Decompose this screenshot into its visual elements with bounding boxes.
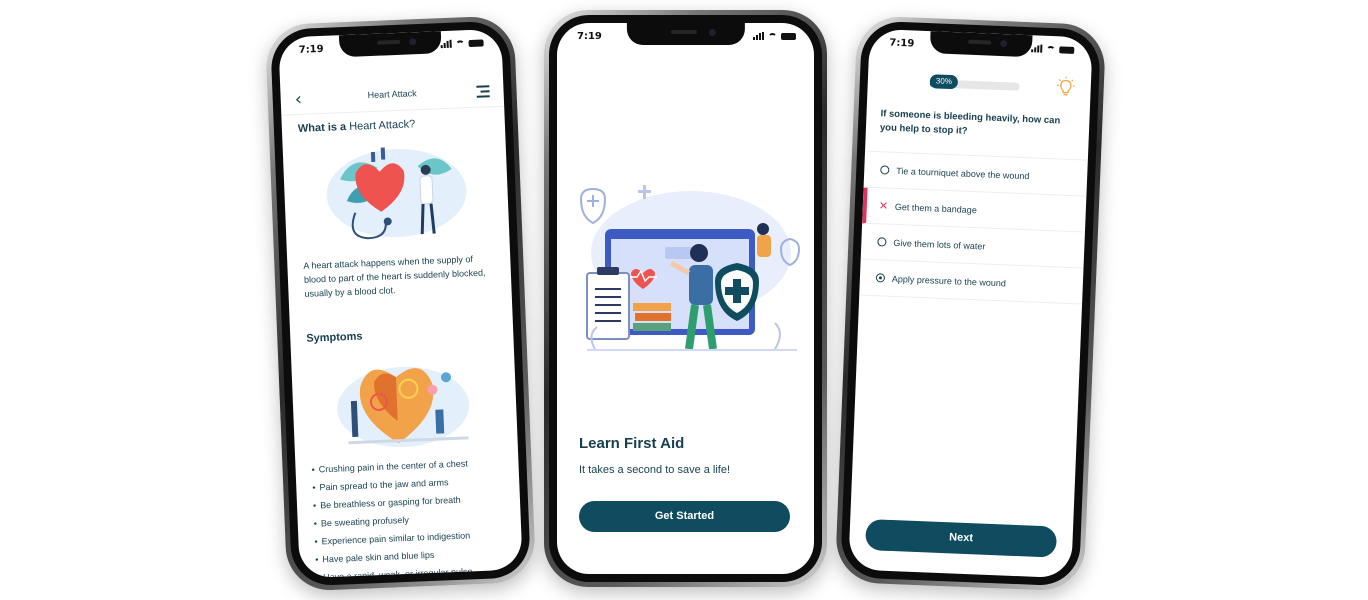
menu-icon[interactable] bbox=[476, 85, 490, 101]
quiz-question: If someone is bleeding heavily, how can … bbox=[879, 108, 1061, 137]
phone-quiz: 7:19 30% If someone is bleeding heavily,… bbox=[834, 15, 1107, 592]
top-nav: ‹ Heart Attack bbox=[279, 72, 505, 116]
signal-icon bbox=[1031, 44, 1043, 53]
section-title-what-is: What is a Heart Attack? bbox=[297, 118, 416, 135]
next-button[interactable]: Next bbox=[865, 518, 1058, 558]
status-time: 7:19 bbox=[298, 43, 324, 56]
notch bbox=[338, 31, 442, 58]
radio-icon bbox=[877, 237, 887, 247]
welcome-screen: 7:19 Learn First Aid It takes a second t… bbox=[557, 23, 814, 574]
battery-icon bbox=[468, 38, 484, 47]
heart-illustration bbox=[326, 147, 467, 240]
battery-icon bbox=[781, 32, 796, 40]
quiz-screen: 7:19 30% If someone is bleeding heavily,… bbox=[848, 28, 1093, 579]
welcome-subtitle: It takes a second to save a life! bbox=[579, 464, 731, 476]
answer-label: Give them lots of water bbox=[893, 237, 986, 252]
heart-attack-description: A heart attack happens when the supply o… bbox=[303, 254, 486, 299]
symptoms-illustration bbox=[337, 366, 470, 448]
status-time: 7:19 bbox=[577, 31, 602, 42]
notch bbox=[929, 31, 1033, 58]
heart-attack-screen: 7:19 ‹ Heart Attack What is a Heart Atta… bbox=[278, 28, 523, 579]
wifi-icon bbox=[455, 39, 465, 48]
wifi-icon bbox=[1046, 45, 1056, 53]
phone-heart-attack: 7:19 ‹ Heart Attack What is a Heart Atta… bbox=[264, 15, 537, 592]
status-time: 7:19 bbox=[889, 37, 915, 50]
answer-label: Apply pressure to the wound bbox=[891, 273, 1007, 288]
get-started-button[interactable]: Get Started bbox=[579, 501, 790, 532]
answer-option-selected[interactable]: Apply pressure to the wound bbox=[859, 259, 1084, 305]
symptoms-list: Crushing pain in the center of a chest P… bbox=[311, 453, 513, 578]
first-aid-illustration bbox=[579, 185, 801, 351]
radio-icon bbox=[880, 165, 890, 175]
page-title: Heart Attack bbox=[367, 88, 417, 101]
section-title-symptoms: Symptoms bbox=[306, 330, 363, 345]
close-x-icon: ✕ bbox=[878, 200, 889, 213]
progress-label: 30% bbox=[929, 74, 959, 90]
showcase-stage: 7:19 ‹ Heart Attack What is a Heart Atta… bbox=[0, 0, 1368, 600]
answer-options: Tie a tourniquet above the wound ✕ Get t… bbox=[859, 150, 1088, 305]
radio-selected-icon bbox=[875, 273, 886, 283]
phone-welcome: 7:19 Learn First Aid It takes a second t… bbox=[544, 10, 827, 587]
signal-icon bbox=[753, 32, 764, 40]
signal-icon bbox=[440, 39, 452, 49]
wifi-icon bbox=[768, 32, 777, 40]
welcome-title: Learn First Aid bbox=[579, 435, 685, 452]
battery-icon bbox=[1059, 45, 1075, 54]
notch bbox=[626, 23, 745, 45]
answer-label: Get them a bandage bbox=[894, 201, 978, 215]
lightbulb-hint-icon[interactable] bbox=[1056, 76, 1075, 97]
answer-label: Tie a tourniquet above the wound bbox=[896, 165, 1030, 181]
